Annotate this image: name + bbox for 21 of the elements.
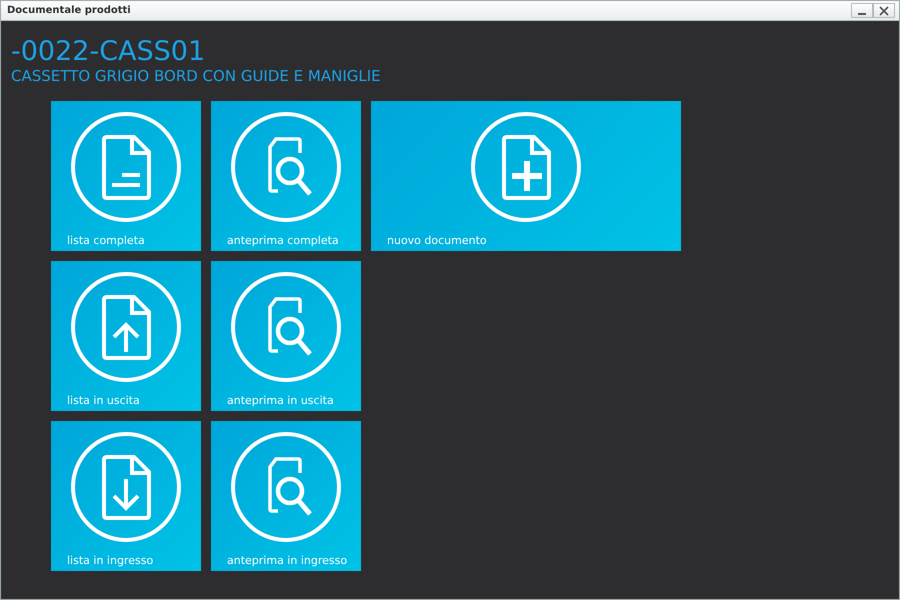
product-description: CASSETTO GRIGIO BORD CON GUIDE E MANIGLIE [11, 67, 382, 85]
tile-button[interactable]: anteprima in uscita [211, 261, 361, 411]
document-search-icon [230, 111, 342, 223]
tile-button[interactable]: nuovo documento [371, 101, 681, 251]
tile-button[interactable]: lista completa [51, 101, 201, 251]
new-document-icon [470, 111, 582, 223]
tile-button[interactable]: anteprima completa [211, 101, 361, 251]
window-title: Documentale prodotti [6, 4, 131, 18]
document-icon [70, 111, 182, 223]
document-upload-icon [70, 271, 182, 383]
document-search-icon [230, 271, 342, 383]
tile-button[interactable]: lista in ingresso [51, 421, 201, 571]
minimize-button[interactable] [851, 3, 873, 18]
close-icon [879, 6, 889, 16]
tile-button[interactable]: lista in uscita [51, 261, 201, 411]
close-button[interactable] [873, 3, 895, 18]
document-download-icon [70, 431, 182, 543]
tile-button[interactable]: anteprima in ingresso [211, 421, 361, 571]
minimize-icon [858, 12, 866, 14]
document-search-icon [230, 431, 342, 543]
product-code: -0022-CASS01 [11, 37, 206, 67]
